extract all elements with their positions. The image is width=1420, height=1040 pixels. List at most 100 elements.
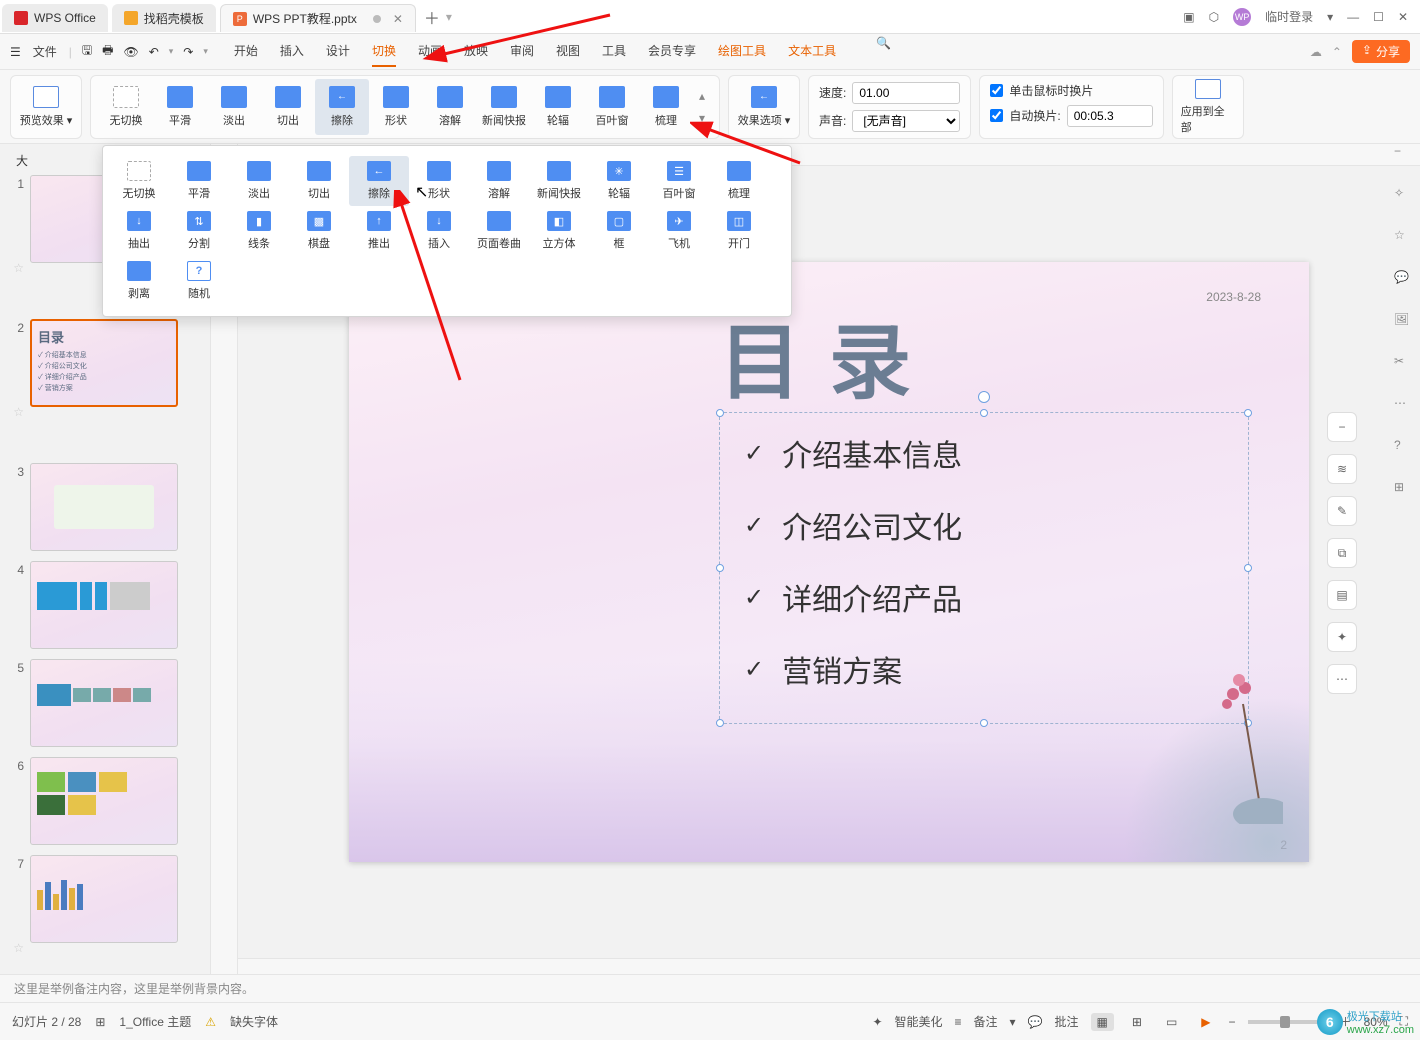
menu-insert[interactable]: 插入: [280, 36, 304, 67]
slide-thumb-2[interactable]: 目录 ✓ 介绍基本信息✓ 介绍公司文化✓ 详细介绍产品✓ 营销方案: [30, 319, 178, 407]
slide-thumb-7[interactable]: [30, 855, 178, 943]
chevron-down-icon[interactable]: ▾: [1327, 10, 1333, 24]
slide-thumb-6[interactable]: [30, 757, 178, 845]
star-icon[interactable]: ☆: [10, 359, 24, 419]
dd-box[interactable]: ▢框: [589, 206, 649, 256]
effect-options-button[interactable]: ← 效果选项 ▾: [737, 79, 791, 135]
dd-lines[interactable]: ▮线条: [229, 206, 289, 256]
dd-random[interactable]: ?随机: [169, 256, 229, 306]
transition-fade[interactable]: 淡出: [207, 79, 261, 135]
comments-icon[interactable]: 💬: [1028, 1015, 1043, 1029]
transition-dissolve[interactable]: 溶解: [423, 79, 477, 135]
more-icon[interactable]: ⋯: [1327, 664, 1357, 694]
menu-animation[interactable]: 动画: [418, 36, 442, 67]
search-icon[interactable]: 🔍: [876, 36, 891, 67]
dock-minus-icon[interactable]: −: [1394, 144, 1414, 164]
dd-fade[interactable]: 淡出: [229, 156, 289, 206]
transition-comb[interactable]: 梳理: [639, 79, 693, 135]
auto-time-input[interactable]: [1067, 105, 1153, 127]
resize-handle[interactable]: [1244, 564, 1252, 572]
view-sorter-icon[interactable]: ⊞: [1126, 1013, 1148, 1031]
dd-pagecurl[interactable]: 页面卷曲: [469, 206, 529, 256]
outline-tab[interactable]: 大: [16, 152, 28, 169]
advance-onclick-checkbox[interactable]: 单击鼠标时换片: [990, 82, 1093, 99]
dd-extract[interactable]: ↓抽出: [109, 206, 169, 256]
tab-wps-office[interactable]: WPS Office: [2, 4, 108, 32]
smart-beautify[interactable]: 智能美化: [895, 1013, 943, 1030]
menu-draw-tools[interactable]: 绘图工具: [718, 36, 766, 67]
dd-comb[interactable]: 梳理: [709, 156, 769, 206]
save-icon[interactable]: 🖫: [82, 41, 92, 62]
chevron-down-icon[interactable]: ▾: [169, 46, 174, 57]
avatar[interactable]: WP: [1233, 8, 1251, 26]
dock-star-icon[interactable]: ☆: [1394, 228, 1414, 248]
zoom-out-button[interactable]: −: [1327, 412, 1357, 442]
dock-help-icon[interactable]: ?: [1394, 438, 1414, 458]
preview-effect-button[interactable]: ▶ 预览效果 ▾: [19, 79, 73, 135]
resize-handle[interactable]: [980, 719, 988, 727]
dd-none[interactable]: 无切换: [109, 156, 169, 206]
dd-wheel[interactable]: ✳轮辐: [589, 156, 649, 206]
layers-icon[interactable]: ≋: [1327, 454, 1357, 484]
dock-tools-icon[interactable]: ✂: [1394, 354, 1414, 374]
close-tab-icon[interactable]: ✕: [393, 12, 403, 26]
dd-news[interactable]: 新闻快报: [529, 156, 589, 206]
star-icon[interactable]: ☆: [10, 895, 24, 955]
align-icon[interactable]: ▤: [1327, 580, 1357, 610]
dd-wipe[interactable]: ←擦除: [349, 156, 409, 206]
slide-thumb-3[interactable]: [30, 463, 178, 551]
undo-icon[interactable]: ↶: [149, 45, 159, 59]
dock-more-icon[interactable]: ⋯: [1394, 396, 1414, 416]
advance-auto-checkbox[interactable]: 自动换片:: [990, 107, 1060, 124]
dd-smooth[interactable]: 平滑: [169, 156, 229, 206]
zoom-out-icon[interactable]: −: [1229, 1015, 1236, 1029]
menu-tools[interactable]: 工具: [602, 36, 626, 67]
close-window-icon[interactable]: ✕: [1398, 10, 1408, 24]
dock-image-icon[interactable]: 🖼: [1394, 312, 1414, 332]
collapse-ribbon-icon[interactable]: ⌃: [1332, 45, 1342, 59]
comments-toggle[interactable]: 批注: [1055, 1013, 1079, 1030]
tab-current-doc[interactable]: P WPS PPT教程.pptx ✕: [220, 4, 416, 32]
dd-cut[interactable]: 切出: [289, 156, 349, 206]
menu-transition[interactable]: 切换: [372, 36, 396, 67]
maximize-icon[interactable]: ☐: [1373, 10, 1384, 24]
dd-push[interactable]: ↑推出: [349, 206, 409, 256]
menu-view[interactable]: 视图: [556, 36, 580, 67]
slide-thumb-4[interactable]: [30, 561, 178, 649]
dd-checker[interactable]: ▩棋盘: [289, 206, 349, 256]
sound-select[interactable]: [无声音]: [852, 110, 960, 132]
copy-icon[interactable]: ⧉: [1327, 538, 1357, 568]
slideshow-icon[interactable]: ▶: [1195, 1013, 1216, 1031]
transition-news[interactable]: 新闻快报: [477, 79, 531, 135]
share-button[interactable]: ⇪分享: [1352, 40, 1410, 63]
file-menu[interactable]: 文件: [31, 39, 59, 64]
magic-icon[interactable]: ✦: [1327, 622, 1357, 652]
transition-cut[interactable]: 切出: [261, 79, 315, 135]
smart-beautify-icon[interactable]: ✦: [872, 1015, 882, 1029]
transition-wipe[interactable]: ←擦除: [315, 79, 369, 135]
menu-home[interactable]: 开始: [234, 36, 258, 67]
dd-blinds[interactable]: ☰百叶窗: [649, 156, 709, 206]
theme-name[interactable]: 1_Office 主题: [119, 1013, 191, 1030]
dd-airplane[interactable]: ✈飞机: [649, 206, 709, 256]
transitions-more-button[interactable]: ▴▾: [693, 89, 711, 125]
transition-blinds[interactable]: 百叶窗: [585, 79, 639, 135]
print-icon[interactable]: 🖶: [102, 41, 113, 62]
dock-sparkle-icon[interactable]: ✧: [1394, 186, 1414, 206]
transition-smooth[interactable]: 平滑: [153, 79, 207, 135]
resize-handle[interactable]: [716, 719, 724, 727]
minimize-icon[interactable]: —: [1347, 10, 1359, 24]
menu-member[interactable]: 会员专享: [648, 36, 696, 67]
hamburger-icon[interactable]: ☰: [10, 45, 21, 59]
speed-input[interactable]: [852, 82, 960, 104]
resize-handle[interactable]: [1244, 409, 1252, 417]
menu-review[interactable]: 审阅: [510, 36, 534, 67]
chevron-down-icon[interactable]: ▾: [203, 46, 208, 57]
transition-shape[interactable]: 形状: [369, 79, 423, 135]
cloud-icon[interactable]: ☁: [1310, 45, 1322, 59]
resize-handle[interactable]: [716, 409, 724, 417]
dd-doors[interactable]: ◫开门: [709, 206, 769, 256]
new-tab-button[interactable]: ＋: [424, 5, 440, 29]
menu-design[interactable]: 设计: [326, 36, 350, 67]
dd-cube[interactable]: ◧立方体: [529, 206, 589, 256]
